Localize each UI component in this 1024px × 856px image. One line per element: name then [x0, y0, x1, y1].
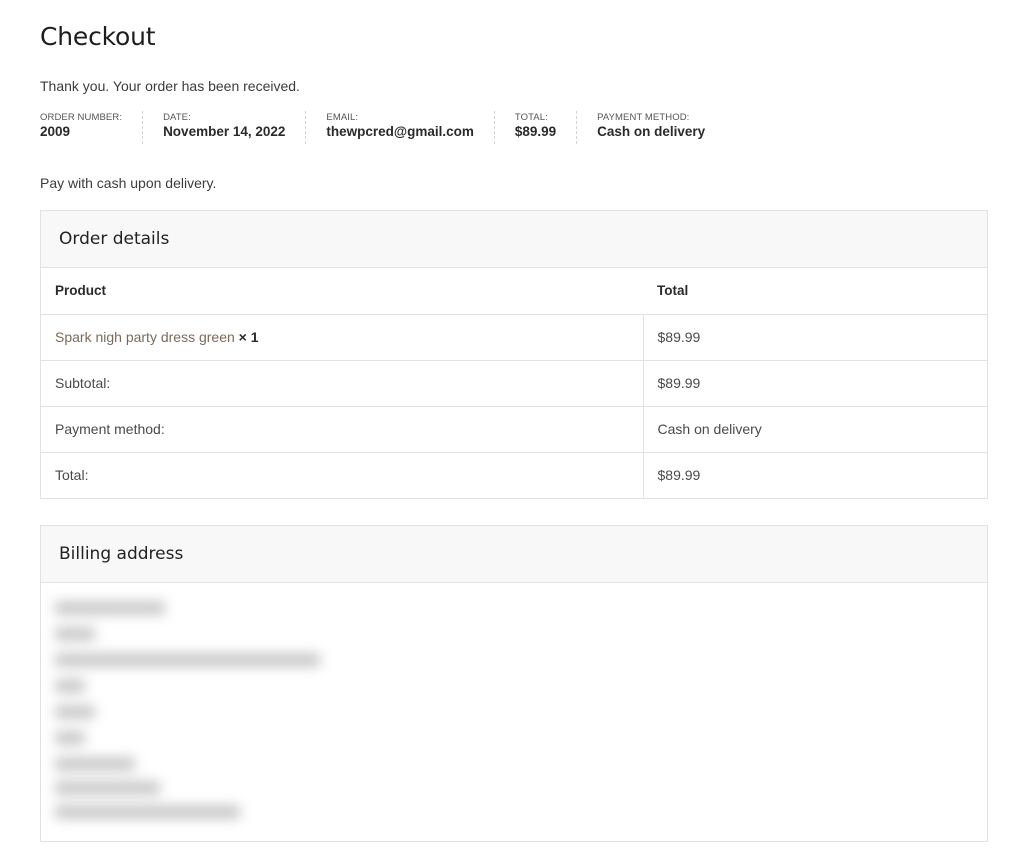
redacted-line	[55, 781, 160, 795]
redacted-line	[55, 601, 165, 615]
row-label: Subtotal:	[41, 360, 643, 407]
overview-value: thewpcred@gmail.com	[326, 124, 474, 139]
row-value: Cash on delivery	[642, 406, 987, 453]
overview-order-number: Order number: 2009	[40, 111, 144, 144]
overview-value: 2009	[40, 124, 71, 139]
overview-email: Email: thewpcred@gmail.com	[326, 111, 495, 144]
order-overview: Order number: 2009 Date: November 14, 20…	[40, 111, 745, 144]
payment-instructions: Pay with cash upon delivery.	[40, 175, 217, 191]
product-total: $89.99	[642, 314, 987, 361]
overview-label: Payment method:	[597, 112, 690, 123]
row-value: $89.99	[642, 452, 987, 498]
order-received-message: Thank you. Your order has been received.	[40, 78, 300, 94]
overview-date: Date: November 14, 2022	[163, 111, 307, 144]
overview-label: Order number:	[40, 112, 123, 123]
billing-address-heading: Billing address	[41, 526, 987, 583]
redacted-line	[55, 627, 95, 641]
table-row-subtotal: Subtotal: $89.99	[41, 360, 987, 407]
order-details-table: Product Total Spark nigh party dress gre…	[41, 268, 987, 498]
product-cell: Spark nigh party dress green × 1	[41, 314, 643, 361]
column-header-product: Product	[41, 268, 643, 315]
redacted-line	[55, 653, 320, 667]
table-row-item: Spark nigh party dress green × 1 $89.99	[41, 314, 987, 361]
redacted-line	[55, 731, 85, 745]
redacted-line	[55, 705, 95, 719]
overview-total: Total: $89.99	[514, 111, 578, 144]
row-label: Total:	[55, 467, 89, 484]
overview-value: Cash on delivery	[597, 124, 706, 139]
redacted-line	[55, 679, 85, 693]
overview-label: Email:	[326, 112, 359, 123]
product-quantity: × 1	[238, 329, 259, 345]
overview-label: Date:	[163, 112, 191, 123]
redacted-line	[55, 757, 135, 771]
row-label: Payment method:	[41, 406, 643, 453]
billing-address-content	[41, 583, 987, 841]
table-header-row: Product Total	[41, 268, 987, 315]
page-title: Checkout	[40, 22, 156, 51]
order-details-heading: Order details	[41, 211, 987, 268]
row-value: $89.99	[642, 360, 987, 407]
overview-value: November 14, 2022	[163, 124, 286, 139]
billing-address-section: Billing address	[40, 525, 988, 842]
redacted-address	[55, 597, 335, 831]
table-row-payment-method: Payment method: Cash on delivery	[41, 406, 987, 453]
overview-label: Total:	[514, 112, 548, 123]
product-link[interactable]: Spark nigh party dress green	[55, 329, 235, 345]
overview-payment-method: Payment method: Cash on delivery	[597, 111, 725, 144]
column-header-total: Total	[643, 268, 987, 315]
overview-value: $89.99	[514, 124, 557, 139]
redacted-line	[55, 805, 240, 819]
table-row-total: Total: $89.99	[41, 452, 987, 498]
order-details-section: Order details Product Total Spark nigh p…	[40, 210, 988, 499]
